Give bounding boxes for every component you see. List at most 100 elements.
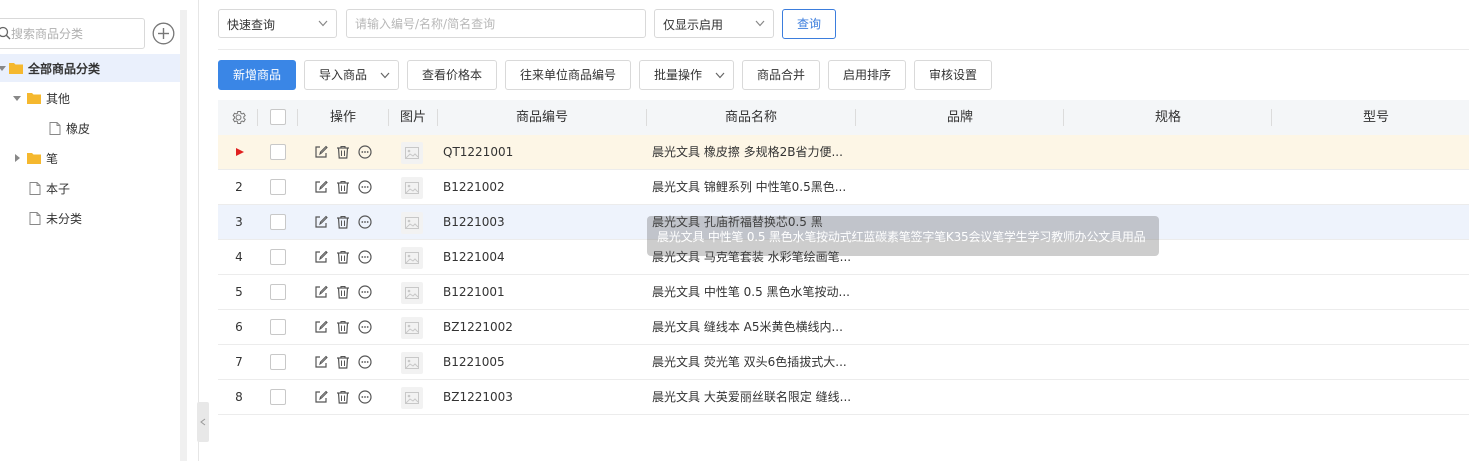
delete-icon[interactable] xyxy=(336,215,350,229)
header-separator xyxy=(257,109,258,126)
product-name: 晨光文具 锦鲤系列 中性笔0.5黑色... xyxy=(652,180,847,194)
sidebar-collapse-handle[interactable] xyxy=(197,402,209,442)
current-row-marker-icon xyxy=(236,148,244,156)
chevron-down-icon xyxy=(380,72,390,79)
tooltip-text: 晨光文具 中性笔 0.5 黑色水笔按动式红蓝碳素笔签字笔K35会议笔学生学习教师… xyxy=(657,230,1146,244)
row-checkbox[interactable] xyxy=(270,249,286,265)
row-checkbox[interactable] xyxy=(270,144,286,160)
tree-item-eraser[interactable]: 橡皮 xyxy=(49,114,90,142)
edit-icon[interactable] xyxy=(314,180,328,194)
status-select[interactable]: 仅显示启用 xyxy=(654,9,774,38)
add-category-icon[interactable] xyxy=(152,22,175,45)
delete-icon[interactable] xyxy=(336,250,350,264)
tree-item-uncategorized[interactable]: 未分类 xyxy=(29,204,82,232)
row-checkbox[interactable] xyxy=(270,284,286,300)
table-row[interactable]: 8 BZ1221003 晨光文具 大英爱丽丝联名限定 缝线... xyxy=(218,380,1469,415)
row-index: 8 xyxy=(235,390,243,404)
row-checkbox[interactable] xyxy=(270,214,286,230)
delete-icon[interactable] xyxy=(336,145,350,159)
product-search-input[interactable] xyxy=(346,9,646,38)
batch-label: 批量操作 xyxy=(654,68,703,82)
import-product-button[interactable]: 导入商品 xyxy=(304,60,399,90)
select-all-checkbox[interactable] xyxy=(270,109,286,125)
product-name: 晨光文具 橡皮擦 多规格2B省力便... xyxy=(652,145,843,159)
more-icon[interactable] xyxy=(358,180,372,194)
image-placeholder-icon[interactable] xyxy=(401,212,423,234)
row-checkbox[interactable] xyxy=(270,354,286,370)
caret-down-icon[interactable] xyxy=(0,63,7,73)
edit-icon[interactable] xyxy=(314,215,328,229)
tree-item-notebook[interactable]: 本子 xyxy=(29,174,70,202)
more-icon[interactable] xyxy=(358,145,372,159)
more-icon[interactable] xyxy=(358,285,372,299)
edit-icon[interactable] xyxy=(314,145,328,159)
delete-icon[interactable] xyxy=(336,390,350,404)
batch-operation-button[interactable]: 批量操作 xyxy=(639,60,734,90)
add-product-button[interactable]: 新增商品 xyxy=(218,60,296,90)
delete-icon[interactable] xyxy=(336,320,350,334)
status-value: 仅显示启用 xyxy=(663,18,724,32)
row-checkbox[interactable] xyxy=(270,179,286,195)
partner-code-button[interactable]: 往来单位商品编号 xyxy=(505,60,631,90)
table-row[interactable]: 5 B1221001 晨光文具 中性笔 0.5 黑色水笔按动... xyxy=(218,275,1469,310)
tree-item-all[interactable]: 全部商品分类 xyxy=(0,54,180,82)
more-icon[interactable] xyxy=(358,215,372,229)
delete-icon[interactable] xyxy=(336,355,350,369)
sidebar-scrollbar[interactable] xyxy=(180,10,187,461)
audit-settings-button[interactable]: 审核设置 xyxy=(914,60,992,90)
search-icon xyxy=(0,26,11,40)
merge-product-button[interactable]: 商品合并 xyxy=(742,60,820,90)
row-index: 7 xyxy=(235,355,243,369)
chevron-down-icon xyxy=(755,20,765,27)
image-placeholder-icon[interactable] xyxy=(401,387,423,409)
image-placeholder-icon[interactable] xyxy=(401,247,423,269)
category-sidebar: 全部商品分类 其他 橡皮 笔 本子 未分类 xyxy=(0,0,180,461)
more-icon[interactable] xyxy=(358,250,372,264)
image-placeholder-icon[interactable] xyxy=(401,142,423,164)
product-code: B1221003 xyxy=(443,215,505,229)
header-code: 商品编号 xyxy=(515,110,568,125)
image-placeholder-icon[interactable] xyxy=(401,317,423,339)
query-button[interactable]: 查询 xyxy=(782,9,836,39)
edit-icon[interactable] xyxy=(314,250,328,264)
folder-icon xyxy=(9,63,23,74)
category-search[interactable] xyxy=(0,18,145,49)
tree-item-other[interactable]: 其他 xyxy=(12,84,70,112)
tree-item-pen[interactable]: 笔 xyxy=(12,144,58,172)
table-row[interactable]: QT1221001 晨光文具 橡皮擦 多规格2B省力便... xyxy=(218,135,1469,170)
tree-item-label: 笔 xyxy=(46,151,59,166)
chevron-down-icon xyxy=(318,20,328,27)
quick-query-select[interactable]: 快速查询 xyxy=(218,9,337,38)
tree-item-label: 未分类 xyxy=(46,211,83,226)
row-index: 5 xyxy=(235,285,243,299)
header-name: 商品名称 xyxy=(724,110,777,125)
edit-icon[interactable] xyxy=(314,355,328,369)
image-placeholder-icon[interactable] xyxy=(401,352,423,374)
price-book-button[interactable]: 查看价格本 xyxy=(407,60,497,90)
chevron-left-icon xyxy=(200,418,206,426)
delete-icon[interactable] xyxy=(336,180,350,194)
row-checkbox[interactable] xyxy=(270,319,286,335)
caret-down-icon[interactable] xyxy=(12,93,22,103)
delete-icon[interactable] xyxy=(336,285,350,299)
edit-icon[interactable] xyxy=(314,285,328,299)
row-checkbox[interactable] xyxy=(270,389,286,405)
settings-gear-icon[interactable] xyxy=(230,109,247,126)
enable-sort-button[interactable]: 启用排序 xyxy=(828,60,906,90)
edit-icon[interactable] xyxy=(314,320,328,334)
file-icon xyxy=(49,121,61,135)
edit-icon[interactable] xyxy=(314,390,328,404)
table-row[interactable]: 2 B1221002 晨光文具 锦鲤系列 中性笔0.5黑色... xyxy=(218,170,1469,205)
table-row[interactable]: 6 BZ1221002 晨光文具 缝线本 A5米黄色横线内... xyxy=(218,310,1469,345)
more-icon[interactable] xyxy=(358,355,372,369)
more-icon[interactable] xyxy=(358,320,372,334)
table-row[interactable]: 7 B1221005 晨光文具 荧光笔 双头6色插拔式大... xyxy=(218,345,1469,380)
product-name: 晨光文具 荧光笔 双头6色插拔式大... xyxy=(652,355,847,369)
image-placeholder-icon[interactable] xyxy=(401,282,423,304)
more-icon[interactable] xyxy=(358,390,372,404)
header-ops: 操作 xyxy=(329,110,356,125)
image-placeholder-icon[interactable] xyxy=(401,177,423,199)
tree-item-label: 本子 xyxy=(46,181,71,196)
category-search-input[interactable] xyxy=(11,20,139,47)
caret-right-icon[interactable] xyxy=(12,153,22,163)
